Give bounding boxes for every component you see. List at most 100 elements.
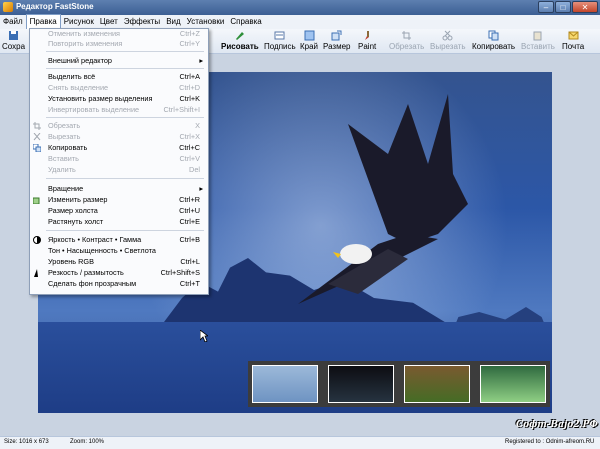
menu-color[interactable]: Цвет bbox=[97, 15, 121, 29]
zoom-status: Zoom: 100% bbox=[70, 439, 105, 445]
copy-button[interactable]: Копировать bbox=[472, 30, 515, 52]
resize-button[interactable]: Размер bbox=[323, 30, 351, 52]
menu-external-editor[interactable]: Внешний редактор ▸ bbox=[30, 56, 208, 66]
brightness-icon bbox=[33, 236, 41, 244]
menu-transparent[interactable]: Сделать фон прозрачным Ctrl+T bbox=[30, 279, 208, 289]
close-button[interactable]: ✕ bbox=[572, 1, 598, 13]
menu-canvas-size-label: Размер холста bbox=[48, 206, 98, 215]
crop-button[interactable]: Обрезать bbox=[389, 30, 424, 52]
thumbnail-3[interactable] bbox=[404, 365, 470, 403]
menu-copy[interactable]: Копировать Ctrl+C bbox=[30, 143, 208, 153]
menu-undo-label: Отменить изменения bbox=[48, 29, 121, 38]
border-button[interactable]: Край bbox=[300, 30, 318, 52]
menu-invert-selection-label: Инвертировать выделение bbox=[48, 105, 140, 114]
menu-crop[interactable]: Обрезать X bbox=[30, 121, 208, 131]
window-controls: – □ ✕ bbox=[538, 1, 598, 13]
paint-button[interactable]: Paint bbox=[358, 30, 376, 52]
menu-brightness-label: Яркость • Контраст • Гамма bbox=[48, 235, 142, 244]
paste-label: Вставить bbox=[521, 42, 555, 51]
menu-paste[interactable]: Вставить Ctrl+V bbox=[30, 154, 208, 164]
cut-button[interactable]: Вырезать bbox=[430, 30, 466, 52]
menu-delete[interactable]: Удалить Del bbox=[30, 165, 208, 175]
menu-delete-label: Удалить bbox=[48, 165, 76, 174]
menu-external-editor-label: Внешний редактор bbox=[48, 56, 112, 65]
menu-resize-shortcut: Ctrl+R bbox=[179, 195, 200, 204]
menu-cut-shortcut: Ctrl+X bbox=[179, 132, 200, 141]
paste-icon bbox=[533, 31, 542, 41]
title-bar[interactable]: Редактор FastStone – □ ✕ bbox=[0, 0, 600, 15]
menu-undo[interactable]: Отменить изменения Ctrl+Z bbox=[30, 29, 208, 39]
crop-icon bbox=[33, 122, 41, 130]
menu-separator bbox=[46, 68, 204, 69]
menu-stretch-canvas-shortcut: Ctrl+E bbox=[179, 217, 200, 226]
menu-set-selection-size-label: Установить размер выделения bbox=[48, 94, 153, 103]
menu-rgb-label: Уровень RGB bbox=[48, 257, 94, 266]
menu-redo[interactable]: Повторить изменения Ctrl+Y bbox=[30, 39, 208, 49]
menu-invert-selection[interactable]: Инвертировать выделение Ctrl+Shift+I bbox=[30, 105, 208, 115]
menu-sharpen[interactable]: Резкость / размытость Ctrl+Shift+S bbox=[30, 268, 208, 278]
menu-separator bbox=[46, 51, 204, 52]
copy-label: Копировать bbox=[472, 42, 516, 51]
menu-paste-label: Вставить bbox=[48, 154, 79, 163]
mail-label: Почта bbox=[562, 42, 585, 51]
menu-invert-selection-shortcut: Ctrl+Shift+I bbox=[163, 105, 201, 114]
save-icon bbox=[9, 31, 19, 40]
menu-resize[interactable]: Изменить размер Ctrl+R bbox=[30, 195, 208, 205]
thumbnail-2[interactable] bbox=[328, 365, 394, 403]
menu-undo-shortcut: Ctrl+Z bbox=[179, 29, 200, 38]
menu-settings[interactable]: Установки bbox=[184, 15, 228, 29]
menu-sharpen-shortcut: Ctrl+Shift+S bbox=[160, 268, 200, 277]
menu-resize-label: Изменить размер bbox=[48, 195, 108, 204]
menu-edit[interactable]: Правка bbox=[25, 14, 61, 29]
menu-hue-label: Тон • Насыщенность • Светлота bbox=[48, 246, 156, 255]
mouse-cursor-icon bbox=[200, 330, 208, 342]
menu-rgb[interactable]: Уровень RGB Ctrl+L bbox=[30, 257, 208, 267]
menu-stretch-canvas[interactable]: Растянуть холст Ctrl+E bbox=[30, 217, 208, 227]
paste-button[interactable]: Вставить bbox=[521, 30, 555, 52]
menu-select-all-shortcut: Ctrl+A bbox=[179, 72, 200, 81]
minimize-button[interactable]: – bbox=[538, 1, 554, 13]
menu-canvas-size[interactable]: Размер холста Ctrl+U bbox=[30, 206, 208, 216]
menu-cut-label: Вырезать bbox=[48, 132, 81, 141]
menu-rotate-label: Вращение bbox=[48, 184, 84, 193]
menu-stretch-canvas-label: Растянуть холст bbox=[48, 217, 104, 226]
registration-status: Registered to : Odnim-afreom.RU bbox=[505, 439, 595, 445]
thumbnail-4[interactable] bbox=[480, 365, 546, 403]
menu-copy-label: Копировать bbox=[48, 143, 88, 152]
menu-crop-shortcut: X bbox=[195, 121, 200, 130]
window-title: Редактор FastStone bbox=[16, 2, 94, 11]
menu-file[interactable]: Файл bbox=[0, 15, 26, 29]
save-button[interactable]: Сохра bbox=[2, 30, 25, 52]
menu-transparent-shortcut: Ctrl+T bbox=[179, 279, 200, 288]
menu-brightness[interactable]: Яркость • Контраст • Гамма Ctrl+B bbox=[30, 235, 208, 245]
menu-crop-label: Обрезать bbox=[48, 121, 81, 130]
menu-deselect[interactable]: Снять выделение Ctrl+D bbox=[30, 83, 208, 93]
menu-deselect-label: Снять выделение bbox=[48, 83, 109, 92]
menu-image[interactable]: Рисунок bbox=[61, 15, 97, 29]
maximize-button[interactable]: □ bbox=[555, 1, 571, 13]
thumbnail-1[interactable] bbox=[252, 365, 318, 403]
menu-set-selection-size[interactable]: Установить размер выделения Ctrl+K bbox=[30, 94, 208, 104]
menu-set-selection-size-shortcut: Ctrl+K bbox=[179, 94, 200, 103]
cut-label: Вырезать bbox=[430, 42, 466, 51]
menu-hue[interactable]: Тон • Насыщенность • Светлота bbox=[30, 246, 208, 256]
menu-rgb-shortcut: Ctrl+L bbox=[180, 257, 200, 266]
save-label: Сохра bbox=[2, 42, 26, 51]
draw-label: Рисовать bbox=[221, 42, 259, 51]
menu-separator bbox=[46, 117, 204, 118]
pencil-icon bbox=[236, 32, 245, 40]
menu-help[interactable]: Справка bbox=[227, 15, 264, 29]
draw-button[interactable]: Рисовать bbox=[221, 30, 259, 52]
menu-transparent-label: Сделать фон прозрачным bbox=[48, 279, 137, 288]
menu-effects[interactable]: Эффекты bbox=[121, 15, 163, 29]
mail-button[interactable]: Почта bbox=[562, 30, 584, 52]
menu-cut[interactable]: Вырезать Ctrl+X bbox=[30, 132, 208, 142]
paint-brush-icon bbox=[364, 31, 369, 40]
submenu-arrow-icon: ▸ bbox=[199, 56, 203, 65]
menu-separator bbox=[46, 230, 204, 231]
menu-select-all[interactable]: Выделить всё Ctrl+A bbox=[30, 72, 208, 82]
menu-select-all-label: Выделить всё bbox=[48, 72, 96, 81]
menu-rotate[interactable]: Вращение ▸ bbox=[30, 184, 208, 194]
menu-view[interactable]: Вид bbox=[163, 15, 183, 29]
caption-button[interactable]: Подпись bbox=[264, 30, 296, 52]
